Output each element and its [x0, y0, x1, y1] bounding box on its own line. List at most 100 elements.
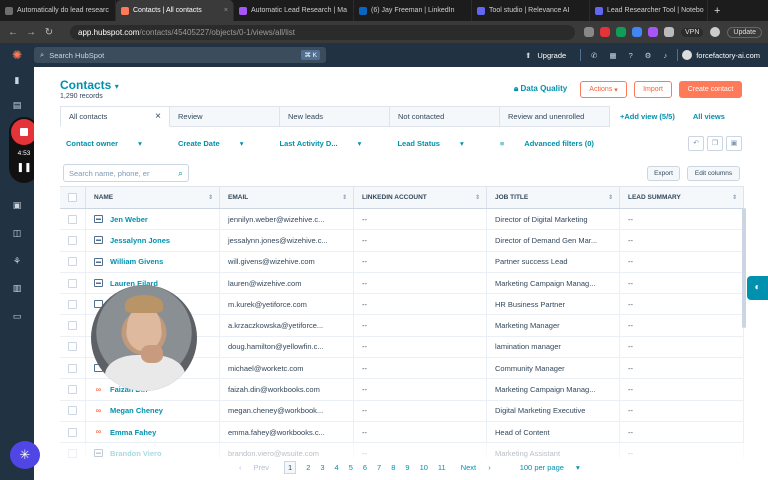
data-quality-link[interactable]: 🔒︎ Data Quality [514, 84, 567, 94]
marketplace-icon[interactable]: ▦ [609, 51, 616, 60]
contact-name-link[interactable]: Brandon Viero [110, 449, 162, 458]
add-view-button[interactable]: + Add view (5/5) [620, 106, 675, 127]
table-row[interactable]: ∞ Emma Fahey emma.fahey@workbooks.c... -- He… [60, 421, 744, 444]
sort-icon[interactable]: ⇕ [208, 194, 213, 201]
view-tab[interactable]: Review and unenrolled [500, 106, 610, 127]
account-name[interactable]: forcefactory-ai.com [696, 51, 760, 60]
sort-icon[interactable]: ⇕ [608, 194, 613, 201]
table-row[interactable]: ▬ Brandon Viero brandon.viero@wsuite.com --… [60, 443, 744, 458]
select-all-checkbox[interactable] [68, 193, 77, 202]
hubspot-logo-icon[interactable]: ✺ [0, 48, 34, 62]
page-title[interactable]: Contacts ▾ [60, 78, 119, 92]
table-scrollbar[interactable] [742, 208, 746, 328]
webcam-overlay[interactable] [91, 285, 197, 391]
prev-page-button[interactable]: ‹ Prev [234, 463, 274, 472]
extension-icon[interactable] [600, 27, 611, 37]
column-header[interactable]: LINKEDIN ACCOUNT ⇕ [354, 187, 487, 208]
extension-icon[interactable] [648, 27, 659, 37]
help-icon[interactable]: ? [629, 51, 633, 60]
row-checkbox[interactable] [68, 235, 77, 245]
reporting-icon[interactable]: ▥ [11, 283, 23, 293]
save-view-icon[interactable]: ▣ [726, 136, 742, 151]
filter-dropdown[interactable]: Last Activity D... ▾ [280, 139, 380, 148]
extension-icon[interactable] [584, 27, 595, 37]
page-number[interactable]: 4 [335, 463, 339, 472]
contact-name-link[interactable]: Emma Fahey [110, 428, 156, 437]
phone-icon[interactable]: ✆ [591, 51, 597, 60]
import-button[interactable]: Import [634, 81, 672, 98]
contact-name-link[interactable]: Jen Weber [110, 215, 148, 224]
vpn-badge[interactable]: VPN [681, 27, 704, 37]
reload-icon[interactable]: ↻ [42, 27, 56, 38]
row-checkbox[interactable] [68, 342, 77, 352]
new-tab-icon[interactable]: + [708, 5, 726, 17]
page-number[interactable]: 3 [320, 463, 324, 472]
row-checkbox[interactable] [68, 299, 77, 309]
export-button[interactable]: Export [647, 166, 680, 181]
view-tab[interactable]: Not contacted [390, 106, 500, 127]
column-header[interactable]: JOB TITLE ⇕ [487, 187, 620, 208]
profile-icon[interactable] [710, 27, 721, 37]
crm-icon[interactable]: ▣ [11, 200, 23, 210]
page-number[interactable]: 11 [438, 463, 446, 472]
sort-icon[interactable]: ⇕ [475, 194, 480, 201]
extension-icon[interactable] [632, 27, 643, 37]
browser-tab[interactable]: (6) Jay Freeman | LinkedIn [354, 0, 472, 21]
account-avatar[interactable] [682, 50, 693, 60]
page-number[interactable]: 2 [306, 463, 310, 472]
close-tab-icon[interactable]: × [220, 7, 228, 14]
notifications-bell-icon[interactable]: ♪ [663, 51, 667, 60]
row-checkbox[interactable] [68, 321, 77, 331]
workspaces-icon[interactable]: ▤ [11, 100, 23, 110]
table-search-input[interactable]: Search name, phone, er ⌕ [63, 164, 189, 182]
filter-dropdown[interactable]: Create Date ▾ [178, 139, 262, 148]
recorder-app-icon[interactable]: ✳ [10, 441, 40, 469]
row-checkbox[interactable] [68, 406, 77, 416]
column-header[interactable]: LEAD SUMMARY ⇕ [620, 187, 744, 208]
page-number[interactable]: 8 [391, 463, 395, 472]
contact-name-link[interactable]: Megan Cheney [110, 406, 163, 415]
row-checkbox[interactable] [68, 385, 77, 395]
undo-icon[interactable]: ↶ [688, 136, 704, 151]
contact-name-link[interactable]: Jessalynn Jones [110, 236, 170, 245]
column-header[interactable]: EMAIL ⇕ [220, 187, 354, 208]
all-views-link[interactable]: All views [693, 106, 725, 127]
row-checkbox[interactable] [68, 448, 77, 458]
browser-tab[interactable]: Automatic Lead Research | Ma [234, 0, 354, 21]
per-page-dropdown[interactable]: 100 per page ▾ [515, 463, 585, 472]
browser-tab[interactable]: Lead Researcher Tool | Notebo [590, 0, 708, 21]
next-page-button[interactable]: Next › [456, 463, 496, 472]
table-row[interactable]: ∞ Megan Cheney megan.cheney@workbook... -- D… [60, 400, 744, 422]
extensions-puzzle-icon[interactable] [664, 27, 675, 37]
close-view-icon[interactable]: × [155, 111, 161, 122]
filter-dropdown[interactable]: ≡ Advanced filters (0) [500, 139, 612, 148]
filter-dropdown[interactable]: Lead Status ▾ [397, 139, 481, 148]
bookmarks-icon[interactable]: ▮ [11, 75, 23, 85]
row-checkbox[interactable] [68, 363, 77, 373]
page-number[interactable]: 6 [363, 463, 367, 472]
row-checkbox[interactable] [68, 427, 77, 437]
row-checkbox[interactable] [68, 257, 77, 267]
create-contact-button[interactable]: Create contact [679, 81, 742, 98]
table-row[interactable]: ▬ Jessalynn Jones jessalynn.jones@wizehive… [60, 230, 744, 252]
forward-icon[interactable]: → [24, 27, 38, 38]
hubspot-search-input[interactable]: ⌕ Search HubSpot ⌘ K [34, 47, 326, 63]
edit-columns-button[interactable]: Edit columns [687, 166, 740, 181]
column-header[interactable]: NAME ⇕ [86, 187, 220, 208]
contact-name-link[interactable]: William Givens [110, 257, 163, 266]
automation-icon[interactable]: ⚘ [11, 256, 23, 266]
assistant-widget-icon[interactable]: ◐ [747, 276, 768, 300]
view-tab[interactable]: Review [170, 106, 280, 127]
page-number[interactable]: 1 [284, 461, 297, 474]
page-number[interactable]: 10 [420, 463, 428, 472]
url-input[interactable]: app.hubspot.com/contacts/45405227/object… [70, 24, 576, 40]
extension-icon[interactable] [616, 27, 627, 37]
duplicate-icon[interactable]: ❐ [707, 136, 723, 151]
update-button[interactable]: Update [727, 26, 762, 38]
page-number[interactable]: 5 [349, 463, 353, 472]
library-folder-icon[interactable]: ▭ [11, 311, 23, 321]
browser-tab[interactable]: Tool studio | Relevance AI [472, 0, 590, 21]
browser-tab[interactable]: Automatically do lead researc [0, 0, 116, 21]
view-tab[interactable]: New leads [280, 106, 390, 127]
upgrade-link[interactable]: Upgrade [537, 51, 566, 60]
